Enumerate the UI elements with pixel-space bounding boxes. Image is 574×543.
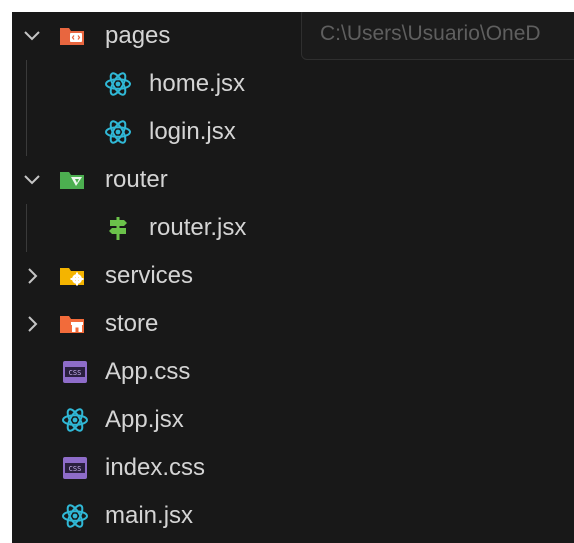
tree-item-label: pages	[105, 22, 171, 49]
tree-item-app-css[interactable]: CSS App.css	[12, 348, 574, 396]
react-icon	[62, 504, 88, 528]
folder-store-icon	[60, 316, 84, 333]
react-icon	[105, 72, 131, 96]
folder-services-icon	[60, 268, 84, 286]
react-icon	[62, 408, 88, 432]
tree-item-main-jsx[interactable]: main.jsx	[12, 492, 574, 540]
folder-pages-icon	[60, 28, 84, 45]
tree-item-login-jsx[interactable]: login.jsx	[12, 108, 574, 156]
signpost-icon	[109, 217, 127, 240]
file-explorer: pages C:\Users\Usuario\OneD home.jsx log…	[12, 12, 574, 543]
chevron-down-icon	[24, 175, 40, 185]
path-tooltip: C:\Users\Usuario\OneD	[301, 12, 574, 60]
chevron-right-icon	[28, 316, 38, 332]
tree-item-router-jsx[interactable]: router.jsx	[12, 204, 574, 252]
tree-item-label: services	[105, 262, 194, 289]
tree-item-index-css[interactable]: CSS index.css	[12, 444, 574, 492]
tree-item-services[interactable]: services	[12, 252, 574, 300]
tree-item-label: login.jsx	[149, 118, 236, 145]
svg-text:CSS: CSS	[69, 369, 82, 377]
tree-item-label: index.css	[105, 454, 206, 481]
css-icon: CSS	[63, 361, 87, 383]
react-icon	[105, 120, 131, 144]
tree-item-home-jsx[interactable]: home.jsx	[12, 60, 574, 108]
tree-item-router[interactable]: router	[12, 156, 574, 204]
tree-item-label: router.jsx	[149, 214, 247, 241]
tree-item-label: main.jsx	[105, 502, 194, 529]
tree-item-label: store	[105, 310, 159, 337]
svg-text:CSS: CSS	[69, 465, 82, 473]
tree-item-label: router	[105, 166, 168, 193]
chevron-down-icon	[24, 31, 40, 41]
tree-item-label: home.jsx	[149, 70, 246, 97]
tree-item-store[interactable]: store	[12, 300, 574, 348]
tree-item-label: App.css	[105, 358, 191, 385]
css-icon: CSS	[63, 457, 87, 479]
tree-item-label: App.jsx	[105, 406, 184, 433]
chevron-right-icon	[28, 268, 38, 284]
tree-item-app-jsx[interactable]: App.jsx	[12, 396, 574, 444]
folder-router-icon	[60, 172, 84, 189]
